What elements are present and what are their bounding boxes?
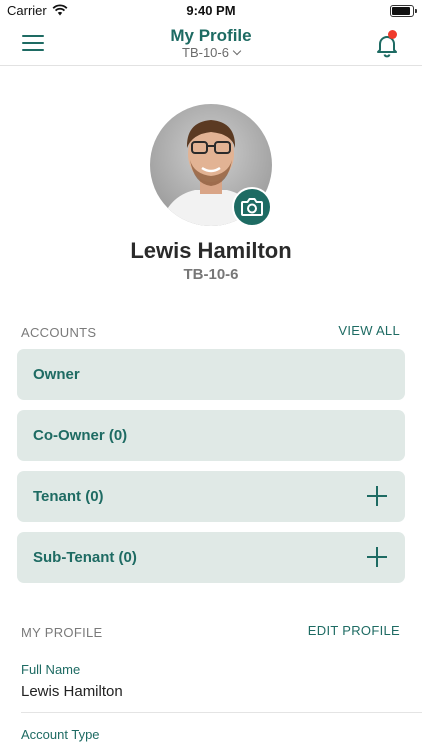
accounts-heading: ACCOUNTS: [21, 325, 97, 340]
full-name-value: Lewis Hamilton: [21, 683, 123, 700]
camera-icon: [241, 198, 263, 216]
status-time: 9:40 PM: [186, 3, 236, 18]
edit-profile-link[interactable]: EDIT PROFILE: [308, 623, 400, 638]
account-type-label: Account Type: [21, 727, 100, 742]
change-photo-button[interactable]: [232, 187, 272, 227]
account-card-label: Tenant (0): [33, 488, 104, 505]
view-all-link[interactable]: VIEW ALL: [338, 323, 400, 338]
account-card-co-owner[interactable]: Co-Owner (0): [17, 410, 405, 461]
account-card-label: Owner: [33, 366, 80, 383]
profile-name: Lewis Hamilton: [130, 238, 292, 263]
unit-selector[interactable]: TB-10-6: [0, 45, 422, 60]
account-card-owner[interactable]: Owner: [17, 349, 405, 400]
account-card-label: Sub-Tenant (0): [33, 549, 137, 566]
unit-selector-label: TB-10-6: [182, 45, 229, 60]
my-profile-heading: MY PROFILE: [21, 625, 103, 640]
nav-header: My Profile TB-10-6: [0, 22, 422, 66]
account-card-sub-tenant[interactable]: Sub-Tenant (0): [17, 532, 405, 583]
field-divider: [21, 712, 422, 713]
full-name-label: Full Name: [21, 662, 81, 677]
notification-dot: [388, 30, 397, 39]
account-card-label: Co-Owner (0): [33, 427, 128, 444]
status-bar: Carrier 9:40 PM: [0, 0, 422, 22]
add-sub-tenant-plus-icon[interactable]: [367, 547, 387, 567]
battery-icon: [390, 5, 417, 17]
account-card-tenant[interactable]: Tenant (0): [17, 471, 405, 522]
chevron-down-icon: [232, 46, 242, 56]
profile-unit: TB-10-6: [183, 266, 239, 283]
page-title: My Profile: [170, 26, 252, 45]
add-tenant-plus-icon[interactable]: [367, 486, 387, 506]
